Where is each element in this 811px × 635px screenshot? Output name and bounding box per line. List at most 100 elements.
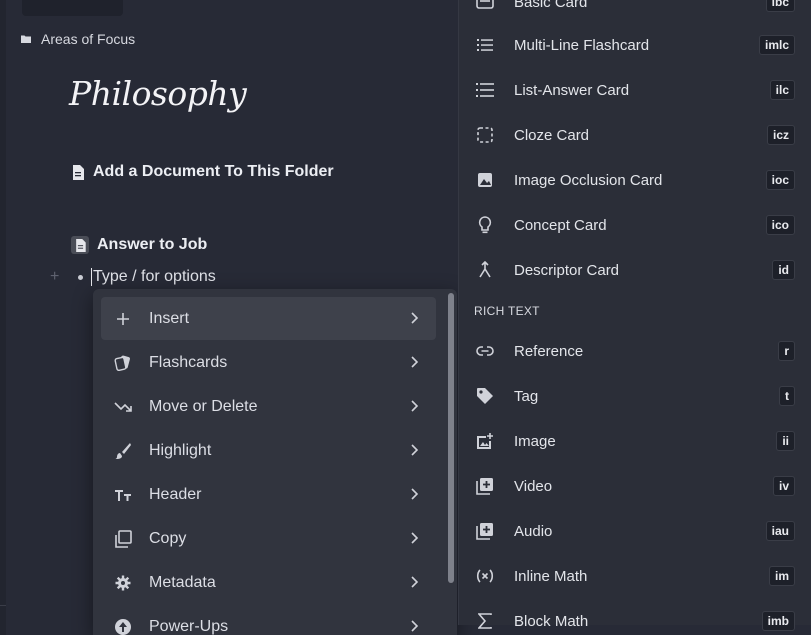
sigma-icon — [475, 611, 495, 631]
menu-item-label: Highlight — [149, 441, 212, 459]
add-video-icon — [475, 476, 495, 496]
slash-item-label: Cloze Card — [514, 126, 590, 144]
slash-item-list-answer-card[interactable]: List-Answer Card ilc — [475, 78, 795, 102]
shortcut-badge: imlc — [758, 35, 795, 55]
slash-item-label: Basic Card — [514, 0, 588, 11]
slash-item-image-occlusion-card[interactable]: Image Occlusion Card ioc — [475, 168, 795, 192]
breadcrumb-label: Areas of Focus — [41, 31, 136, 47]
document-row-answer-to-job[interactable]: Answer to Job — [70, 236, 207, 254]
slash-item-label: Multi-Line Flashcard — [514, 36, 650, 54]
chevron-right-icon — [406, 618, 422, 634]
section-label-rich-text: RICH TEXT — [474, 304, 540, 318]
slash-item-cloze-card[interactable]: Cloze Card icz — [475, 123, 795, 147]
slash-item-descriptor-card[interactable]: Descriptor Card id — [475, 258, 795, 282]
menu-item-label: Copy — [149, 529, 187, 547]
add-document-label: Add a Document To This Folder — [93, 163, 334, 180]
top-tab[interactable] — [22, 0, 123, 16]
slash-item-label: Reference — [514, 342, 584, 360]
bullet-dot[interactable] — [78, 274, 83, 280]
shortcut-badge: t — [779, 386, 795, 406]
slash-item-image[interactable]: Image ii — [475, 429, 795, 453]
menu-item-flashcards[interactable]: Flashcards — [101, 341, 436, 384]
menu-item-insert[interactable]: Insert — [101, 297, 436, 340]
slash-item-audio[interactable]: Audio iau — [475, 519, 795, 543]
slash-item-label: Video — [514, 477, 553, 495]
add-image-icon — [475, 431, 495, 451]
add-audio-icon — [475, 521, 495, 541]
shortcut-badge: icz — [766, 125, 795, 145]
slash-item-label: Inline Math — [514, 567, 588, 585]
context-menu: Insert Flashcards Move or Delete Highlig… — [93, 289, 457, 635]
gear-icon — [113, 573, 133, 593]
text-caret — [91, 268, 92, 286]
fork-icon — [475, 260, 495, 280]
chevron-right-icon — [406, 442, 422, 458]
shortcut-badge: iau — [765, 521, 795, 541]
menu-item-highlight[interactable]: Highlight — [101, 429, 436, 472]
slash-item-label: Image Occlusion Card — [514, 171, 663, 189]
document-icon — [70, 164, 85, 181]
image-occlusion-icon — [475, 170, 495, 190]
chevron-right-icon — [406, 310, 422, 326]
folder-icon — [20, 33, 32, 45]
math-variable-icon — [475, 566, 495, 586]
shortcut-badge: ibc — [765, 0, 795, 12]
shortcut-badge: ico — [765, 215, 795, 235]
menu-item-label: Flashcards — [149, 353, 228, 371]
menu-item-header[interactable]: Header — [101, 473, 436, 516]
chevron-right-icon — [406, 398, 422, 414]
slash-item-tag[interactable]: Tag t — [475, 384, 795, 408]
slash-item-multi-line-flashcard[interactable]: Multi-Line Flashcard imlc — [475, 33, 795, 57]
menu-item-metadata[interactable]: Metadata — [101, 561, 436, 604]
menu-item-copy[interactable]: Copy — [101, 517, 436, 560]
plus-icon — [113, 309, 133, 329]
slash-item-reference[interactable]: Reference r — [475, 339, 795, 363]
brush-icon — [113, 441, 133, 461]
menu-item-label: Insert — [149, 309, 190, 327]
basic-card-icon — [475, 0, 495, 12]
shortcut-badge: id — [772, 260, 795, 280]
slash-item-concept-card[interactable]: Concept Card ico — [475, 213, 795, 237]
slash-item-label: Tag — [514, 387, 539, 405]
page-title: Philosophy — [69, 74, 247, 113]
list-icon — [475, 80, 495, 100]
breadcrumb[interactable]: Areas of Focus — [20, 30, 135, 48]
bullet-row[interactable]: + Type / for options — [50, 268, 216, 286]
bullet-placeholder[interactable]: Type / for options — [93, 268, 216, 286]
shortcut-badge: ii — [776, 431, 795, 451]
context-menu-scrollbar[interactable] — [448, 293, 454, 583]
text-size-icon — [113, 485, 133, 505]
shortcut-badge: imb — [761, 611, 795, 631]
slash-item-label: Concept Card — [514, 216, 607, 234]
chevron-right-icon — [406, 486, 422, 502]
link-icon — [475, 341, 495, 361]
slash-item-block-math[interactable]: Block Math imb — [475, 609, 795, 633]
add-block-icon[interactable]: + — [50, 268, 64, 286]
shortcut-badge: ilc — [769, 80, 795, 100]
slash-item-inline-math[interactable]: Inline Math im — [475, 564, 795, 588]
chevron-right-icon — [406, 530, 422, 546]
slash-item-label: Descriptor Card — [514, 261, 620, 279]
lightbulb-icon — [475, 215, 495, 235]
multiline-list-icon — [475, 35, 495, 55]
tag-icon — [475, 386, 495, 406]
chevron-right-icon — [406, 354, 422, 370]
dashed-square-icon — [475, 125, 495, 145]
slash-item-label: List-Answer Card — [514, 81, 630, 99]
power-up-icon — [113, 617, 133, 635]
menu-item-label: Header — [149, 485, 202, 503]
divider — [0, 605, 6, 606]
shortcut-badge: iv — [772, 476, 795, 496]
slash-item-label: Block Math — [514, 612, 589, 630]
slash-item-basic-card[interactable]: Basic Card ibc — [475, 0, 795, 14]
slash-item-video[interactable]: Video iv — [475, 474, 795, 498]
menu-item-move-or-delete[interactable]: Move or Delete — [101, 385, 436, 428]
shortcut-badge: r — [778, 341, 795, 361]
chevron-right-icon — [406, 574, 422, 590]
menu-item-power-ups[interactable]: Power-Ups — [101, 605, 436, 635]
document-label: Answer to Job — [97, 236, 208, 253]
add-document-row[interactable]: Add a Document To This Folder — [70, 163, 334, 181]
slash-item-label: Audio — [514, 522, 553, 540]
menu-item-label: Power-Ups — [149, 617, 229, 635]
cards-icon — [113, 353, 133, 373]
